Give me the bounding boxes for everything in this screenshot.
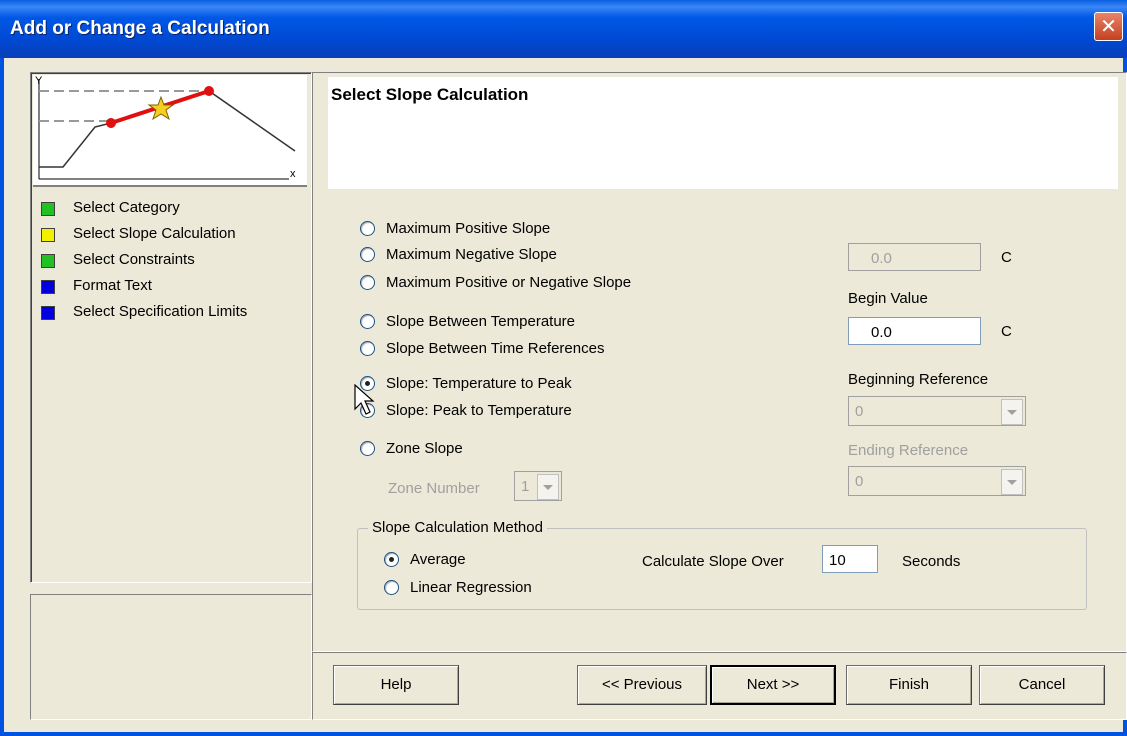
radio-label: Linear Regression bbox=[410, 579, 532, 596]
begin-value-label: Begin Value bbox=[848, 290, 928, 307]
slope-thumbnail: Y x bbox=[33, 75, 307, 187]
radio-label: Maximum Negative Slope bbox=[386, 246, 557, 263]
radio-slope-peak-to-temperature[interactable]: Slope: Peak to Temperature bbox=[360, 402, 572, 419]
ending-reference-value: 0 bbox=[855, 473, 864, 490]
radio-slope-between-temperature[interactable]: Slope Between Temperature bbox=[360, 313, 575, 330]
cancel-button[interactable]: Cancel bbox=[979, 665, 1105, 705]
x-axis-label: x bbox=[290, 168, 296, 180]
radio-average[interactable]: Average bbox=[384, 551, 466, 568]
window-frame-left bbox=[0, 58, 4, 736]
ending-reference-label: Ending Reference bbox=[848, 442, 969, 459]
step-label: Select Constraints bbox=[73, 251, 195, 268]
page-title: Select Slope Calculation bbox=[331, 85, 529, 104]
radio-button[interactable] bbox=[360, 247, 375, 262]
steps-list: Select Category Select Slope Calculation… bbox=[39, 199, 247, 329]
step-item-format-text: Format Text bbox=[39, 277, 247, 303]
radio-label: Slope: Peak to Temperature bbox=[386, 402, 572, 419]
step-item-select-specification-limits: Select Specification Limits bbox=[39, 303, 247, 329]
heading-box: Select Slope Calculation bbox=[328, 77, 1118, 189]
step-item-select-category: Select Category bbox=[39, 199, 247, 225]
slope-graph-icon bbox=[38, 79, 296, 180]
radio-label: Slope: Temperature to Peak bbox=[386, 375, 572, 392]
step-item-select-constraints: Select Constraints bbox=[39, 251, 247, 277]
radio-button[interactable] bbox=[360, 221, 375, 236]
step-label: Select Specification Limits bbox=[73, 303, 248, 320]
left-bottom-panel bbox=[30, 594, 312, 720]
begin-value-field[interactable]: 0.0 bbox=[848, 317, 981, 345]
ending-reference-select[interactable]: 0 bbox=[848, 466, 1026, 496]
chevron-down-icon[interactable] bbox=[1001, 399, 1023, 425]
step-status-icon bbox=[41, 202, 55, 216]
radio-label: Average bbox=[410, 551, 466, 568]
radio-label: Zone Slope bbox=[386, 440, 463, 457]
zone-number-select[interactable]: 1 bbox=[514, 471, 562, 501]
beginning-reference-label: Beginning Reference bbox=[848, 371, 989, 388]
slope-calculation-method-group: Slope Calculation Method Average Linear … bbox=[357, 519, 1087, 610]
radio-button[interactable] bbox=[360, 275, 375, 290]
mouse-cursor-icon bbox=[354, 384, 375, 415]
finish-button[interactable]: Finish bbox=[846, 665, 972, 705]
chevron-down-icon[interactable] bbox=[537, 474, 559, 500]
end-value-field[interactable]: 0.0 bbox=[848, 243, 981, 271]
step-label: Format Text bbox=[73, 277, 152, 294]
title-bar: Add or Change a Calculation ✕ bbox=[0, 0, 1127, 58]
radio-slope-temperature-to-peak[interactable]: Slope: Temperature to Peak bbox=[360, 375, 572, 392]
radio-button[interactable] bbox=[384, 580, 399, 595]
radio-max-positive-slope[interactable]: Maximum Positive Slope bbox=[360, 220, 550, 237]
step-status-icon bbox=[41, 254, 55, 268]
help-button[interactable]: Help bbox=[333, 665, 459, 705]
step-status-icon bbox=[41, 228, 55, 242]
step-status-icon bbox=[41, 280, 55, 294]
chevron-down-icon[interactable] bbox=[1001, 469, 1023, 495]
step-label: Select Slope Calculation bbox=[73, 225, 236, 242]
zone-number-label: Zone Number bbox=[388, 480, 480, 497]
radio-label: Maximum Positive or Negative Slope bbox=[386, 274, 632, 291]
calc-over-field[interactable]: 10 bbox=[822, 545, 878, 573]
radio-max-pos-or-neg-slope[interactable]: Maximum Positive or Negative Slope bbox=[360, 274, 631, 291]
radio-button[interactable] bbox=[360, 341, 375, 356]
beginning-reference-select[interactable]: 0 bbox=[848, 396, 1026, 426]
radio-slope-between-time-references[interactable]: Slope Between Time References bbox=[360, 340, 604, 357]
radio-linear-regression[interactable]: Linear Regression bbox=[384, 579, 532, 596]
step-status-icon bbox=[41, 306, 55, 320]
seconds-label: Seconds bbox=[902, 553, 961, 570]
button-bar: Help << Previous Next >> Finish Cancel bbox=[312, 652, 1127, 720]
begin-value-unit: C bbox=[1001, 323, 1012, 340]
next-button[interactable]: Next >> bbox=[710, 665, 836, 705]
beginning-reference-value: 0 bbox=[855, 403, 864, 420]
main-panel: Select Slope Calculation Maximum Positiv… bbox=[312, 72, 1127, 652]
zone-number-value: 1 bbox=[521, 478, 530, 495]
group-legend: Slope Calculation Method bbox=[368, 519, 547, 536]
end-value-unit: C bbox=[1001, 249, 1012, 266]
wizard-steps-panel: Y x Select Category Select Slope Calcula… bbox=[30, 72, 312, 583]
previous-button[interactable]: << Previous bbox=[577, 665, 707, 705]
window-frame-bottom bbox=[0, 732, 1127, 736]
radio-max-negative-slope[interactable]: Maximum Negative Slope bbox=[360, 246, 557, 263]
close-button[interactable]: ✕ bbox=[1094, 12, 1123, 41]
radio-button[interactable] bbox=[360, 314, 375, 329]
step-label: Select Category bbox=[73, 199, 180, 216]
radio-label: Maximum Positive Slope bbox=[386, 220, 551, 237]
radio-button[interactable] bbox=[384, 552, 399, 567]
y-axis-label: Y bbox=[35, 75, 43, 87]
window-title: Add or Change a Calculation bbox=[10, 18, 270, 39]
step-item-select-slope-calculation: Select Slope Calculation bbox=[39, 225, 247, 251]
radio-zone-slope[interactable]: Zone Slope bbox=[360, 440, 463, 457]
radio-button[interactable] bbox=[360, 441, 375, 456]
calc-over-label: Calculate Slope Over bbox=[642, 553, 784, 570]
radio-label: Slope Between Temperature bbox=[386, 313, 576, 330]
radio-label: Slope Between Time References bbox=[386, 340, 605, 357]
